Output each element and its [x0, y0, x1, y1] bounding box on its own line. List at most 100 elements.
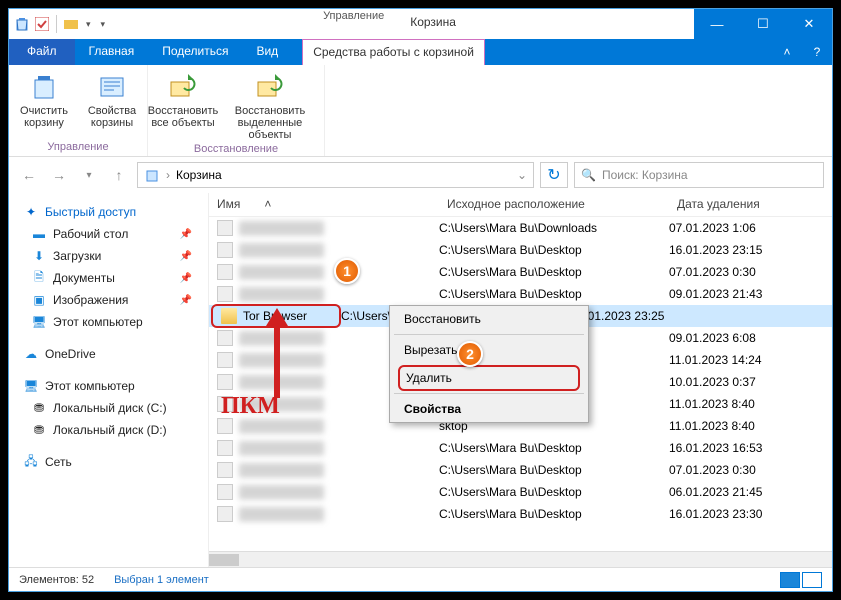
ribbon-collapse-icon[interactable]: ˄ — [772, 39, 802, 65]
restore-selected-icon — [254, 71, 286, 103]
view-icons-button[interactable] — [802, 572, 822, 588]
menu-delete[interactable]: Удалить — [398, 365, 580, 391]
nav-forward-button[interactable]: → — [47, 163, 71, 187]
maximize-button[interactable]: ☐ — [740, 9, 786, 39]
file-name: ██████████ — [239, 441, 324, 455]
view-details-button[interactable] — [780, 572, 800, 588]
file-name: ██████████ — [239, 265, 324, 279]
file-list-pane: Имя˄ Исходное расположение Дата удаления… — [209, 193, 832, 567]
column-headers: Имя˄ Исходное расположение Дата удаления — [209, 193, 832, 217]
qat-dropdown-icon[interactable]: ▾ — [82, 19, 95, 30]
breadcrumb[interactable]: › Корзина ⌄ — [137, 162, 534, 188]
ribbon-group-manage: Очистить корзину Свойства корзины Управл… — [9, 65, 148, 156]
search-input[interactable]: 🔍 Поиск: Корзина — [574, 162, 824, 188]
nav-up-button[interactable]: ↑ — [107, 163, 131, 187]
horizontal-scrollbar[interactable] — [209, 551, 832, 567]
file-row[interactable]: ██████████C:\Users\Mara Bu\Downloads07.0… — [209, 217, 832, 239]
sidebar-network[interactable]: 🖧Сеть — [9, 451, 208, 473]
cloud-icon: ☁ — [23, 346, 39, 362]
body: ✦ Быстрый доступ ▬Рабочий стол📌 ⬇Загрузк… — [9, 193, 832, 567]
sidebar-item-desktop[interactable]: ▬Рабочий стол📌 — [9, 223, 208, 245]
file-date: 16.01.2023 23:15 — [669, 243, 809, 257]
refresh-button[interactable]: ↻ — [540, 162, 568, 188]
tab-file[interactable]: Файл — [9, 39, 75, 65]
sidebar-onedrive[interactable]: ☁OneDrive — [9, 343, 208, 365]
nav-back-button[interactable]: ← — [17, 163, 41, 187]
file-row[interactable]: ██████████ C:\Users\Mara Bu\Desktop16.01.… — [209, 239, 832, 261]
tab-recycle-tools[interactable]: Средства работы с корзиной — [302, 39, 485, 65]
annotation-badge-2: 2 — [457, 341, 483, 367]
file-row[interactable]: ██████████C:\Users\Mara Bu\Desktop09.01.… — [209, 283, 832, 305]
network-icon: 🖧 — [23, 454, 39, 470]
search-placeholder: Поиск: Корзина — [602, 168, 688, 182]
empty-recycle-bin-button[interactable]: Очистить корзину — [13, 71, 75, 129]
titlebar: ▾ ▾ Управление Корзина — ☐ ✕ — [9, 9, 832, 39]
file-date: 09.01.2023 21:43 — [669, 287, 809, 301]
file-name: ██████████ — [239, 507, 324, 521]
file-date: 16.01.2023 23:30 — [669, 507, 809, 521]
trash-icon — [28, 71, 60, 103]
file-icon — [217, 220, 233, 236]
file-icon — [217, 374, 233, 390]
file-date: 16.01.2023 16:53 — [669, 441, 809, 455]
recycle-bin-properties-button[interactable]: Свойства корзины — [81, 71, 143, 129]
qat-folder-icon[interactable] — [62, 15, 80, 33]
context-menu: Восстановить Вырезать Удалить Свойства — [389, 305, 589, 423]
restore-all-button[interactable]: Восстановить все объекты — [152, 71, 214, 129]
file-date: 07.01.2023 1:06 — [669, 221, 809, 235]
contextual-tab-group: Управление — [313, 9, 394, 39]
tab-home[interactable]: Главная — [75, 39, 149, 65]
ribbon-help-icon[interactable]: ? — [802, 39, 832, 65]
sidebar-item-documents[interactable]: 🗎Документы📌 — [9, 267, 208, 289]
tab-view[interactable]: Вид — [242, 39, 292, 65]
menu-properties[interactable]: Свойства — [390, 396, 588, 422]
sidebar-item-downloads[interactable]: ⬇Загрузки📌 — [9, 245, 208, 267]
menu-cut[interactable]: Вырезать — [390, 337, 588, 363]
ribbon-tabs: Файл Главная Поделиться Вид Средства раб… — [9, 39, 832, 65]
tab-share[interactable]: Поделиться — [148, 39, 242, 65]
file-icon — [217, 484, 233, 500]
qat-overflow-icon[interactable]: ▾ — [97, 19, 110, 30]
file-row[interactable]: ██████████C:\Users\Mara Bu\Desktop06.01.… — [209, 481, 832, 503]
sidebar-thispc[interactable]: 🖥Этот компьютер — [9, 375, 208, 397]
file-icon — [217, 506, 233, 522]
desktop-icon: ▬ — [31, 226, 47, 242]
ribbon-group-restore-label: Восстановление — [194, 141, 278, 158]
file-row[interactable]: ██████████C:\Users\Mara Bu\Desktop16.01.… — [209, 437, 832, 459]
status-item-count: Элементов: 52 — [19, 574, 94, 586]
sidebar-drive-d[interactable]: ⛃Локальный диск (D:) — [9, 419, 208, 441]
pictures-icon: ▣ — [31, 292, 47, 308]
sidebar-drive-c[interactable]: ⛃Локальный диск (C:) — [9, 397, 208, 419]
window-title: Корзина — [394, 9, 694, 39]
column-date[interactable]: Дата удаления — [669, 193, 809, 216]
ribbon: Очистить корзину Свойства корзины Управл… — [9, 65, 832, 157]
file-location: C:\Users\Mara Bu\Downloads — [439, 221, 669, 235]
restore-selected-button[interactable]: Восстановить выделенные объекты — [220, 71, 320, 141]
downloads-icon: ⬇ — [31, 248, 47, 264]
star-icon: ✦ — [23, 204, 39, 220]
column-location[interactable]: Исходное расположение — [439, 193, 669, 216]
breadcrumb-item[interactable]: Корзина — [176, 168, 222, 182]
file-location: C:\Users\Mara Bu\Desktop — [439, 485, 669, 499]
sidebar-item-thispc-pinned[interactable]: 🖥Этот компьютер — [9, 311, 208, 333]
qat-save-icon[interactable] — [33, 15, 51, 33]
file-row[interactable]: ██████████C:\Users\Mara Bu\Desktop07.01.… — [209, 459, 832, 481]
file-location: C:\Users\Mara Bu\Desktop — [439, 243, 669, 257]
breadcrumb-dropdown-icon[interactable]: ⌄ — [517, 168, 527, 182]
restore-all-icon — [167, 71, 199, 103]
file-icon — [217, 418, 233, 434]
file-row[interactable]: ██████████C:\Users\Mara Bu\Desktop07.01.… — [209, 261, 832, 283]
pin-icon: 📌 — [180, 229, 192, 240]
nav-history-dropdown[interactable]: ▾ — [77, 163, 101, 187]
file-location: C:\Users\Mara Bu\Desktop — [439, 287, 669, 301]
menu-restore[interactable]: Восстановить — [390, 306, 588, 332]
sidebar-item-pictures[interactable]: ▣Изображения📌 — [9, 289, 208, 311]
file-name: ██████████ — [239, 243, 324, 257]
minimize-button[interactable]: — — [694, 9, 740, 39]
file-icon — [217, 264, 233, 280]
column-name[interactable]: Имя˄ — [209, 193, 439, 216]
file-row[interactable]: ██████████C:\Users\Mara Bu\Desktop16.01.… — [209, 503, 832, 525]
restore-selected-label: Восстановить выделенные объекты — [220, 105, 320, 141]
sidebar-quick-access[interactable]: ✦ Быстрый доступ — [9, 201, 208, 223]
close-button[interactable]: ✕ — [786, 9, 832, 39]
